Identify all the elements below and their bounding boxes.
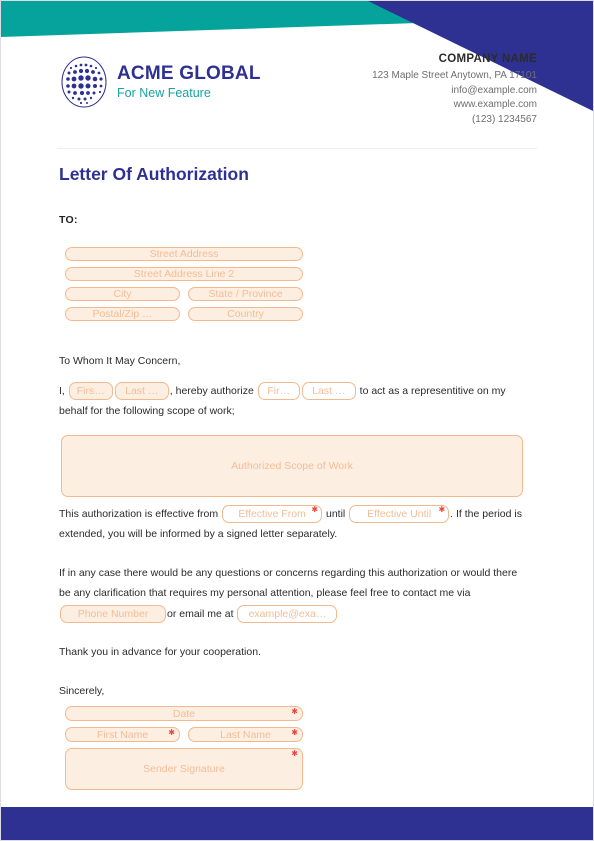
page-title: Letter Of Authorization — [59, 164, 249, 184]
postal-zip-input[interactable]: Postal/Zip … — [65, 307, 180, 321]
email-input[interactable]: example@exa… — [237, 605, 338, 624]
effective-prefix-text: This authorization is effective from — [59, 508, 219, 520]
company-website: www.example.com — [453, 99, 537, 110]
company-logo: ACME GLOBAL For New Feature — [57, 55, 261, 109]
signature-group: Date ✱ First Name ✱ Last Name ✱ Sender Sign… — [65, 706, 303, 796]
city-input[interactable]: City — [65, 287, 180, 301]
effective-from-label: Effective From — [238, 507, 306, 520]
effective-middle-text: until — [325, 508, 346, 520]
logo-wordmark: ACME GLOBAL For New Feature — [117, 64, 261, 100]
company-phone: (123) 1234567 — [471, 113, 537, 125]
required-asterisk-icon: ✱ — [291, 749, 298, 758]
salutation-text: To Whom It May Concern, — [59, 355, 181, 367]
company-contact-block: COMPANY NAME 123 Maple Street Anytown, P… — [372, 53, 537, 127]
logo-company-name: ACME GLOBAL — [117, 63, 261, 85]
state-province-input[interactable]: State / Province — [188, 287, 303, 301]
authorization-paragraph: I, Firs… Last …, hereby authorize Fir… Las… — [59, 381, 529, 422]
signer-first-name-input[interactable]: First Name ✱ — [65, 727, 180, 742]
effective-until-label: Effective Until — [367, 507, 432, 520]
sender-first-name-input[interactable]: Firs… — [68, 382, 113, 401]
agent-last-name-input[interactable]: Last … — [301, 382, 356, 401]
sender-last-name-input[interactable]: Last … — [114, 382, 169, 401]
company-email: info@example.com — [451, 84, 537, 96]
globe-icon — [61, 56, 107, 108]
date-label: Date — [172, 707, 196, 720]
signature-row-name: First Name ✱ Last Name ✱ — [65, 727, 303, 742]
phone-number-input[interactable]: Phone Number — [60, 605, 166, 624]
logo-tagline: For New Feature — [117, 86, 211, 101]
closing-text: Sincerely, — [59, 685, 105, 697]
date-input[interactable]: Date ✱ — [65, 706, 303, 721]
authorized-scope-of-work-textarea[interactable]: Authorized Scope of Work — [61, 435, 523, 497]
signature-row-date: Date ✱ — [65, 706, 303, 721]
country-input[interactable]: Country — [188, 307, 303, 321]
sender-signature-input[interactable]: Sender Signature ✱ — [65, 748, 303, 790]
required-asterisk-icon: ✱ — [291, 707, 298, 716]
address-row-street: Street Address — [65, 247, 303, 261]
required-asterisk-icon: ✱ — [168, 728, 175, 737]
effective-period-paragraph: This authorization is effective from Eff… — [59, 504, 529, 545]
effective-from-input[interactable]: Effective From ✱ — [222, 505, 323, 524]
authorize-prefix-text: I, — [59, 385, 65, 397]
signer-last-name-input[interactable]: Last Name ✱ — [188, 727, 303, 742]
address-row-postal-country: Postal/Zip … Country — [65, 307, 303, 321]
authorize-middle-text: , hereby authorize — [169, 385, 254, 397]
header-divider — [57, 148, 537, 149]
agent-first-name-input[interactable]: Fir… — [257, 382, 300, 401]
recipient-address-group: Street Address Street Address Line 2 Cit… — [65, 247, 303, 327]
footer-bar — [1, 807, 593, 840]
signature-row-signature: Sender Signature ✱ — [65, 748, 303, 790]
company-name: COMPANY NAME — [438, 53, 537, 65]
signer-last-name-label: Last Name — [220, 728, 271, 741]
required-asterisk-icon: ✱ — [438, 505, 446, 515]
contact-paragraph: If in any case there would be any questi… — [59, 563, 529, 624]
contact-middle-text: or email me at — [167, 607, 234, 620]
effective-until-input[interactable]: Effective Until ✱ — [349, 505, 450, 524]
signer-first-name-label: First Name — [96, 728, 149, 741]
contact-text: If in any case there would be any questi… — [59, 567, 518, 600]
letter-of-authorization-page: ACME GLOBAL For New Feature COMPANY NAME… — [0, 0, 594, 841]
company-address: 123 Maple Street Anytown, PA 17101 — [372, 70, 537, 81]
letterhead-header: ACME GLOBAL For New Feature COMPANY NAME… — [57, 53, 537, 133]
to-label: TO: — [59, 214, 78, 226]
required-asterisk-icon: ✱ — [311, 505, 319, 515]
address-row-street2: Street Address Line 2 — [65, 267, 303, 281]
street-address-line2-input[interactable]: Street Address Line 2 — [65, 267, 303, 281]
thanks-text: Thank you in advance for your cooperatio… — [59, 646, 261, 658]
sender-signature-label: Sender Signature — [143, 763, 225, 775]
street-address-input[interactable]: Street Address — [65, 247, 303, 261]
required-asterisk-icon: ✱ — [291, 728, 298, 737]
address-row-city-state: City State / Province — [65, 287, 303, 301]
